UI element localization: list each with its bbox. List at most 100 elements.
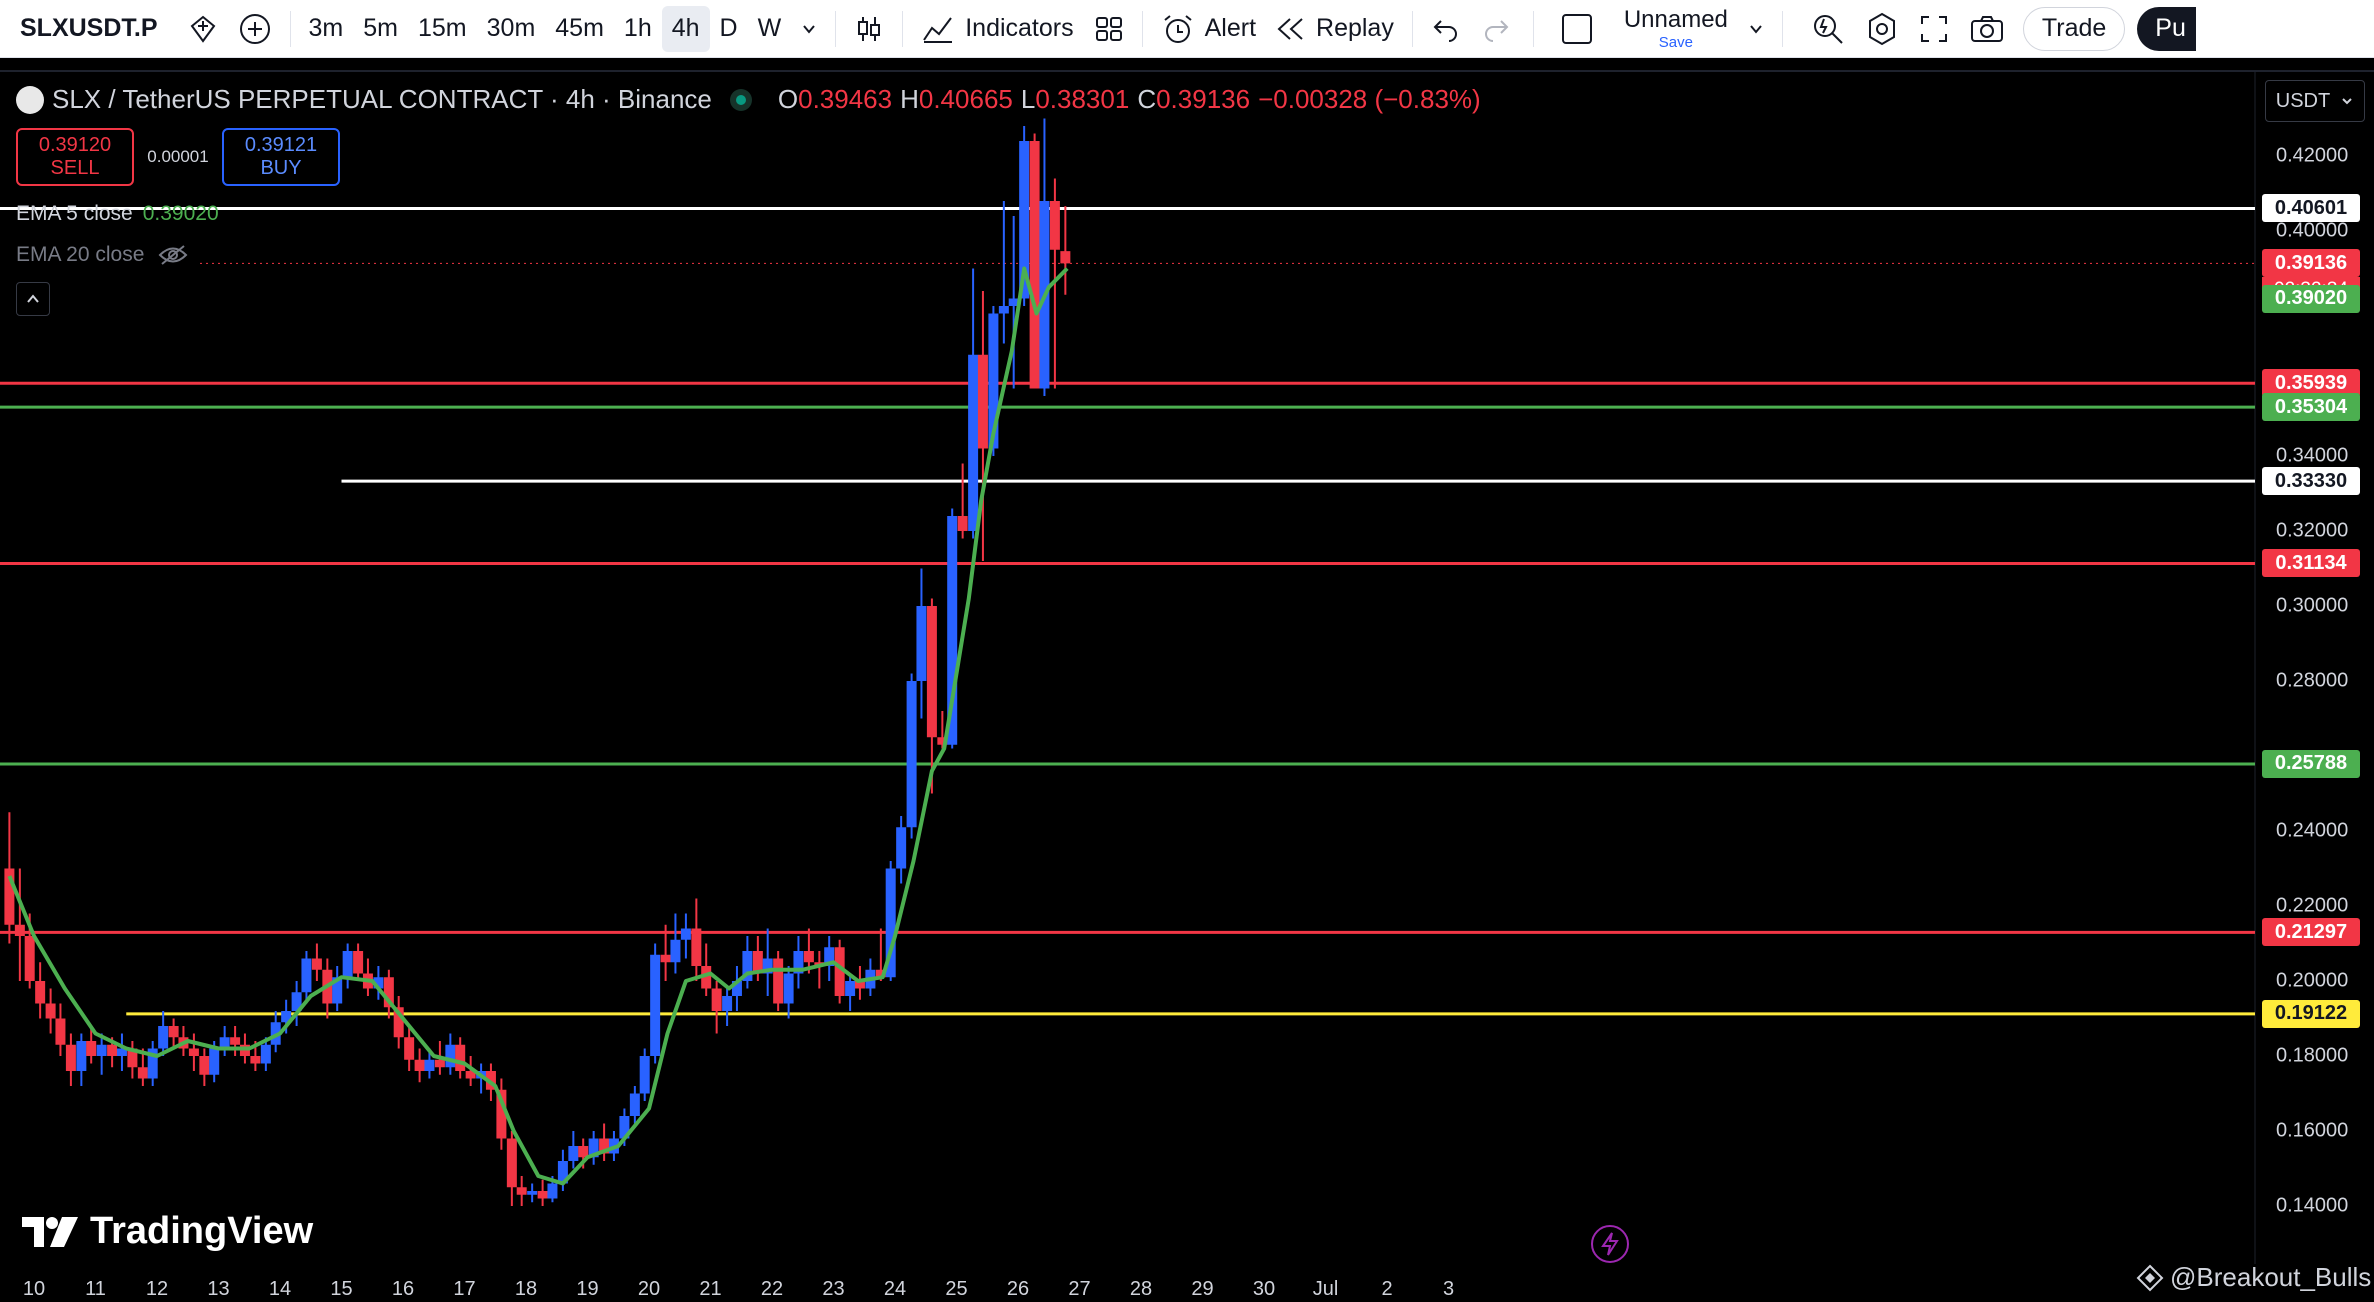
time-tick-label: 20 — [637, 1278, 661, 1300]
hidden-eye-icon[interactable] — [158, 244, 188, 266]
author-watermark: @Breakout_Bulls — [2136, 1262, 2371, 1293]
quick-search-icon[interactable] — [1801, 6, 1855, 52]
candle-body — [24, 936, 35, 981]
candle-body — [916, 606, 927, 681]
ema20-legend[interactable]: EMA 20 close — [16, 243, 188, 267]
trade-button[interactable]: Trade — [2022, 6, 2126, 51]
time-tick-label: Jul — [1312, 1278, 1339, 1300]
candle-body — [107, 1044, 118, 1056]
interval-4h-button[interactable]: 4h — [661, 5, 710, 52]
open-value: 0.39463 — [798, 84, 893, 114]
redo-icon[interactable] — [1471, 6, 1521, 52]
candle-body — [14, 924, 25, 936]
layout-name-button[interactable]: Unnamed Save — [1614, 6, 1738, 52]
level-price-label: 0.35304 — [2262, 393, 2360, 422]
toolbar-divider — [1141, 10, 1143, 47]
fullscreen-icon[interactable] — [1909, 6, 1959, 52]
interval-15m-button[interactable]: 15m — [408, 6, 477, 52]
current-price-label: 0.39136 — [2262, 249, 2360, 278]
candle-body — [926, 606, 937, 738]
candle-body — [968, 354, 979, 531]
time-tick-label: 11 — [85, 1278, 106, 1300]
tradingview-logo-icon — [22, 1216, 78, 1247]
chevron-down-icon[interactable] — [1738, 6, 1774, 52]
candles-style-icon[interactable] — [844, 6, 894, 52]
alarm-clock-icon — [1163, 14, 1192, 43]
candle-body — [506, 1138, 517, 1188]
candle-body — [783, 973, 794, 1004]
compare-symbol-icon[interactable] — [178, 6, 228, 52]
price-tick-label: 0.16000 — [2276, 1119, 2349, 1142]
symbol-search-button[interactable]: SLXUSDT.P — [0, 0, 172, 58]
camera-snapshot-icon[interactable] — [1959, 6, 2015, 52]
high-value: 0.40665 — [918, 84, 1013, 114]
buy-sell-widget: 0.39120 SELL 0.00001 0.39121 BUY — [16, 128, 340, 186]
replay-button[interactable]: Replay — [1266, 6, 1404, 52]
toolbar-divider — [1781, 10, 1783, 47]
interval-d-button[interactable]: D — [710, 6, 748, 52]
rewind-icon — [1277, 17, 1303, 40]
price-tick-label: 0.32000 — [2276, 519, 2349, 542]
candle-body — [537, 1191, 548, 1199]
candle-body — [342, 951, 353, 978]
settings-gear-icon[interactable] — [1855, 6, 1909, 52]
tradingview-logo[interactable]: TradingView — [20, 1210, 313, 1253]
chevron-down-icon[interactable] — [791, 6, 827, 52]
open-key: O — [777, 84, 799, 114]
sell-button[interactable]: 0.39120 SELL — [16, 128, 134, 186]
top-toolbar: SLXUSDT.P 3m 5m 15m 30m 45m 1h 4h D W Indicators… — [0, 0, 2374, 58]
candle-body — [445, 1044, 456, 1068]
interval-3m-button[interactable]: 3m — [299, 6, 354, 52]
time-tick-label: 29 — [1191, 1278, 1214, 1300]
interval-w-button[interactable]: W — [748, 6, 792, 52]
time-tick-label: 28 — [1129, 1278, 1153, 1300]
buy-button[interactable]: 0.39121 BUY — [222, 128, 340, 186]
collapse-legend-button[interactable] — [16, 282, 50, 316]
alert-button[interactable]: Alert — [1151, 6, 1266, 52]
indicators-icon — [923, 16, 953, 43]
toolbar-divider — [835, 10, 837, 47]
level-price-label: 0.33330 — [2262, 467, 2360, 496]
price-chart[interactable] — [0, 72, 2374, 1302]
ema20-label: EMA 20 close — [16, 243, 145, 266]
time-tick-label: 27 — [1068, 1278, 1091, 1300]
sell-price: 0.39120 — [38, 134, 112, 156]
candle-body — [906, 681, 917, 828]
candle-body — [353, 951, 364, 974]
undo-icon[interactable] — [1421, 6, 1471, 52]
candle-body — [629, 1093, 640, 1116]
low-key: L — [1020, 84, 1036, 114]
legend-title[interactable]: SLX / TetherUS PERPETUAL CONTRACT · 4h ·… — [52, 84, 712, 115]
time-tick-label: 14 — [268, 1278, 292, 1300]
candle-body — [660, 954, 671, 963]
ema5-label: EMA 5 close — [16, 202, 133, 225]
candle-body — [86, 1041, 97, 1056]
layout-square-icon[interactable] — [1550, 6, 1604, 52]
candle-body — [404, 1037, 415, 1060]
interval-30m-button[interactable]: 30m — [477, 6, 546, 52]
candle-body — [568, 1146, 579, 1161]
candle-body — [845, 981, 856, 996]
ema5-legend[interactable]: EMA 5 close 0.39020 — [16, 202, 219, 226]
chart-pane[interactable]: SLX / TetherUS PERPETUAL CONTRACT · 4h ·… — [0, 70, 2374, 1302]
add-symbol-icon[interactable] — [228, 6, 282, 52]
candle-body — [516, 1187, 527, 1195]
time-tick-label: 23 — [822, 1278, 845, 1300]
candle-body — [773, 958, 784, 1004]
time-tick-label: 18 — [514, 1278, 538, 1300]
lightning-icon[interactable] — [1591, 1225, 1629, 1263]
candle-body — [722, 996, 733, 1011]
layouts-grid-icon[interactable] — [1084, 6, 1134, 52]
interval-1h-button[interactable]: 1h — [614, 6, 662, 52]
candle-body — [35, 981, 46, 1004]
currency-select[interactable]: USDT — [2265, 80, 2365, 122]
candle-body — [158, 1026, 169, 1049]
time-tick-label: 16 — [391, 1278, 415, 1300]
publish-button[interactable]: Pu — [2137, 6, 2196, 51]
interval-45m-button[interactable]: 45m — [545, 6, 614, 52]
ema5-value: 0.39020 — [142, 202, 219, 225]
interval-5m-button[interactable]: 5m — [353, 6, 408, 52]
time-tick-label: 25 — [945, 1278, 968, 1300]
indicators-button[interactable]: Indicators — [911, 6, 1083, 52]
time-tick-label: 24 — [883, 1278, 907, 1300]
